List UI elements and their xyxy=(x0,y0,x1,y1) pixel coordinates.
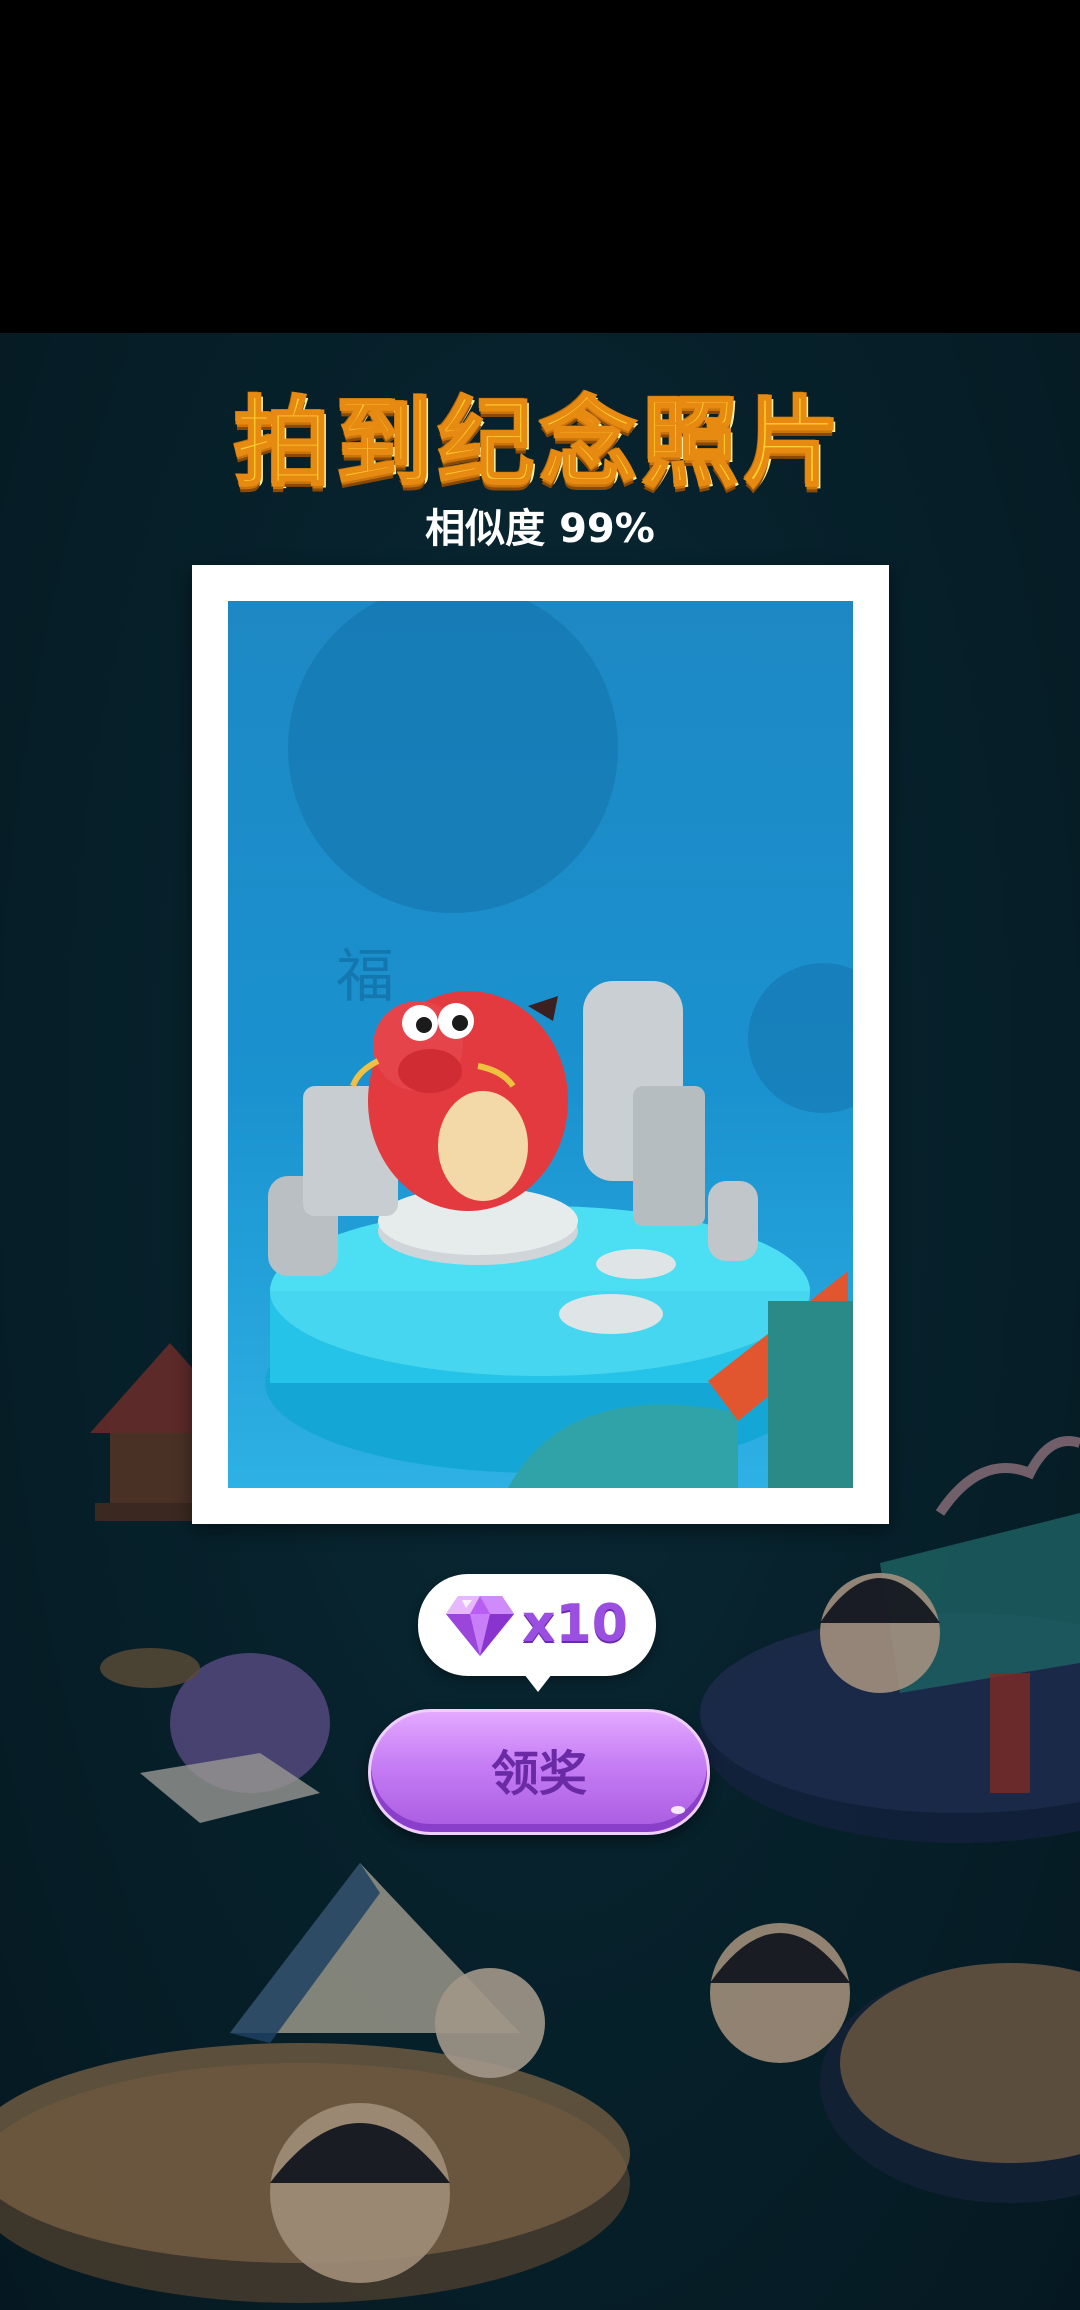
popup-title: 拍到纪念照片 xyxy=(233,386,846,501)
photo-illustration: 福 xyxy=(265,601,853,1488)
gem-icon xyxy=(446,1596,514,1656)
status-bar-area xyxy=(0,0,1080,333)
bubble-tail xyxy=(524,1674,552,1692)
fu-character: 福 xyxy=(336,942,394,1010)
similarity-text: 相似度 99% xyxy=(425,506,655,552)
claim-button-label: 领奖 xyxy=(490,1746,587,1802)
button-shine xyxy=(671,1806,685,1814)
souvenir-photo: 福 xyxy=(228,601,853,1488)
game-screen: 拍到纪念照片 相似度 99% 福 x10 领奖 xyxy=(0,0,1080,2310)
souvenir-photo-frame: 福 xyxy=(192,565,889,1524)
reward-count: x10 xyxy=(522,1594,628,1654)
reward-bubble: x10 xyxy=(418,1574,656,1692)
claim-reward-button[interactable]: 领奖 xyxy=(368,1709,710,1835)
